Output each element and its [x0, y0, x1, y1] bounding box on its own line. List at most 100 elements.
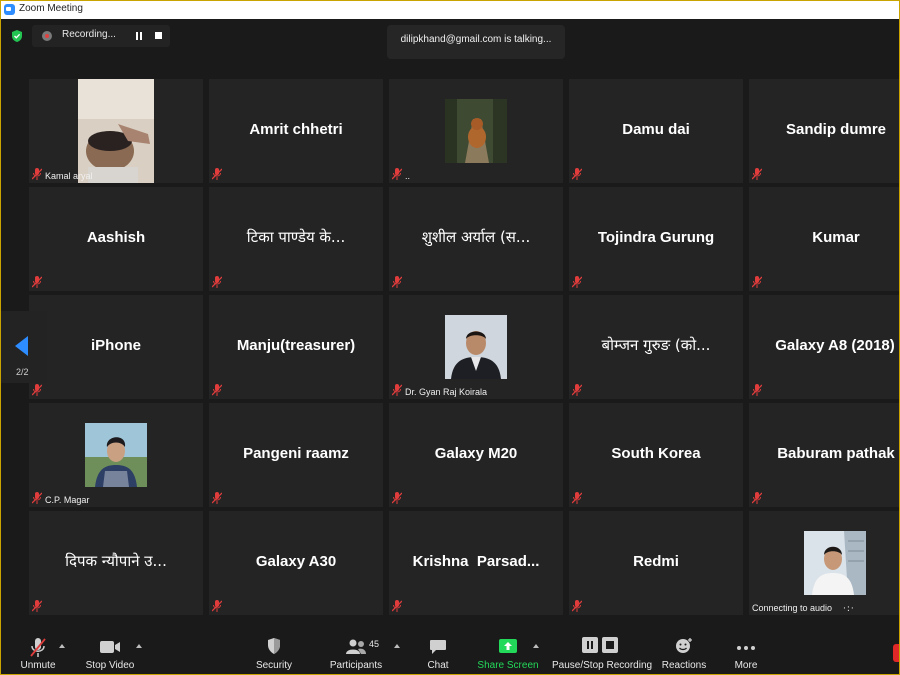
participant-tile[interactable]: Galaxy A8 (2018)	[749, 295, 899, 399]
video-options-caret-icon[interactable]	[136, 642, 142, 648]
participant-tile[interactable]: टिका पाण्डेय के...	[209, 187, 383, 291]
recording-dot-icon	[42, 31, 52, 41]
participant-tile[interactable]: Amrit chhetri	[209, 79, 383, 183]
participant-profile-photo	[445, 99, 507, 163]
participant-profile-photo	[85, 423, 147, 487]
muted-mic-icon	[392, 600, 402, 612]
participant-tile[interactable]: Manju(treasurer)	[209, 295, 383, 399]
video-camera-icon	[100, 641, 120, 653]
participant-tile[interactable]: Dr. Gyan Raj Koirala	[389, 295, 563, 399]
active-speaker-banner: dilipkhand@gmail.com is talking...	[387, 25, 565, 59]
participant-name: Sandip dumre	[785, 121, 886, 138]
participant-tile[interactable]: Baburam pathak	[749, 403, 899, 507]
muted-mic-icon	[572, 600, 582, 612]
participants-button[interactable]: 45 Participants	[330, 625, 382, 674]
muted-mic-icon	[752, 384, 762, 396]
participant-name: Pangeni raamz	[243, 445, 349, 462]
muted-mic-icon	[752, 492, 762, 504]
participants-count: 45	[369, 639, 380, 649]
participant-tile[interactable]: Galaxy A30	[209, 511, 383, 615]
meeting-controls-toolbar: Unmute Stop Video Security 45 Participan…	[1, 625, 899, 674]
participant-name: Baburam pathak	[777, 445, 895, 462]
muted-mic-icon	[212, 276, 222, 288]
participant-tile[interactable]: दिपक न्यौपाने उ...	[29, 511, 203, 615]
participant-name-tag: ..	[405, 171, 411, 181]
participant-name: Galaxy M20	[434, 445, 518, 462]
pause-recording-icon[interactable]	[134, 31, 144, 41]
share-screen-icon	[499, 639, 517, 653]
participant-tile[interactable]: Kumar	[749, 187, 899, 291]
stop-recording-icon[interactable]	[155, 32, 162, 39]
participant-tile[interactable]: Connecting to audio ·:·	[749, 511, 899, 615]
meeting-top-bar: Recording... dilipkhand@gmail.com is tal…	[1, 19, 899, 75]
muted-mic-icon	[572, 492, 582, 504]
participant-tile[interactable]: Aashish	[29, 187, 203, 291]
participant-name: Amrit chhetri	[249, 121, 343, 138]
participant-tile[interactable]: Galaxy M20	[389, 403, 563, 507]
participant-tile[interactable]: Tojindra Gurung	[569, 187, 743, 291]
recording-label: Recording...	[62, 29, 116, 40]
share-screen-button[interactable]: Share Screen	[477, 625, 539, 674]
unmute-button[interactable]: Unmute	[20, 625, 56, 674]
muted-mic-icon	[752, 168, 762, 180]
window-title: Zoom Meeting	[19, 3, 83, 14]
active-speaker-text: dilipkhand@gmail.com is talking...	[400, 34, 552, 45]
muted-mic-icon	[212, 168, 222, 180]
encryption-shield-icon[interactable]	[10, 29, 24, 43]
participant-tile[interactable]: Krishna Parsad...	[389, 511, 563, 615]
participant-tile[interactable]: ..	[389, 79, 563, 183]
participant-name: Galaxy A8 (2018)	[775, 337, 895, 354]
participant-name: Aashish	[86, 229, 146, 246]
participant-tile[interactable]: बोम्जन गुरुङ (को...	[569, 295, 743, 399]
participant-tile[interactable]: Sandip dumre	[749, 79, 899, 183]
muted-mic-icon	[572, 384, 582, 396]
connecting-spinner-icon: ·:·	[843, 604, 855, 614]
participant-tile[interactable]: C.P. Magar	[29, 403, 203, 507]
participant-name: शुशील अर्याल (स...	[421, 228, 531, 246]
participant-tile[interactable]: iPhone	[29, 295, 203, 399]
previous-page-button[interactable]: 2/2	[1, 311, 47, 383]
security-button[interactable]: Security	[256, 625, 292, 674]
share-options-caret-icon[interactable]	[533, 642, 539, 648]
muted-mic-icon	[32, 384, 42, 396]
participant-name: Kumar	[812, 229, 860, 246]
muted-mic-icon	[392, 384, 402, 396]
participant-video	[78, 79, 154, 183]
muted-mic-icon	[392, 168, 402, 180]
chat-bubble-icon	[430, 640, 446, 654]
participant-name: टिका पाण्डेय के...	[246, 228, 346, 246]
pause-stop-recording-button[interactable]: Pause/Stop Recording	[552, 625, 652, 674]
participant-name: बोम्जन गुरुङ (को...	[601, 336, 711, 354]
muted-mic-icon	[572, 276, 582, 288]
more-label: More	[734, 660, 758, 671]
end-meeting-button[interactable]	[893, 644, 899, 662]
audio-options-caret-icon[interactable]	[59, 642, 65, 648]
participant-tile[interactable]: Damu dai	[569, 79, 743, 183]
participant-tile[interactable]: Redmi	[569, 511, 743, 615]
muted-mic-icon	[212, 384, 222, 396]
muted-mic-icon	[32, 276, 42, 288]
participant-tile[interactable]: South Korea	[569, 403, 743, 507]
participant-name: Krishna Parsad...	[412, 553, 540, 570]
participant-tile[interactable]: शुशील अर्याल (स...	[389, 187, 563, 291]
stop-video-button[interactable]: Stop Video	[86, 625, 134, 674]
participants-options-caret-icon[interactable]	[394, 642, 400, 648]
muted-mic-icon	[752, 276, 762, 288]
reactions-button[interactable]: Reactions	[662, 625, 706, 674]
muted-mic-icon	[392, 276, 402, 288]
participant-name: Manju(treasurer)	[236, 337, 356, 354]
stop-video-label: Stop Video	[85, 660, 135, 671]
muted-mic-icon	[212, 492, 222, 504]
pause-stop-recording-label: Pause/Stop Recording	[552, 660, 653, 671]
participant-name: iPhone	[90, 337, 141, 354]
participant-name: Damu dai	[622, 121, 690, 138]
more-button[interactable]: More	[729, 625, 763, 674]
muted-microphone-icon	[30, 638, 46, 657]
participant-profile-photo	[804, 531, 866, 595]
zoom-app-icon	[4, 4, 15, 15]
chat-button[interactable]: Chat	[421, 625, 455, 674]
participant-name: दिपक न्यौपाने उ...	[65, 552, 167, 570]
participant-tile[interactable]: Kamal aryal	[29, 79, 203, 183]
participant-tile[interactable]: Pangeni raamz	[209, 403, 383, 507]
recording-indicator: Recording...	[32, 25, 170, 47]
